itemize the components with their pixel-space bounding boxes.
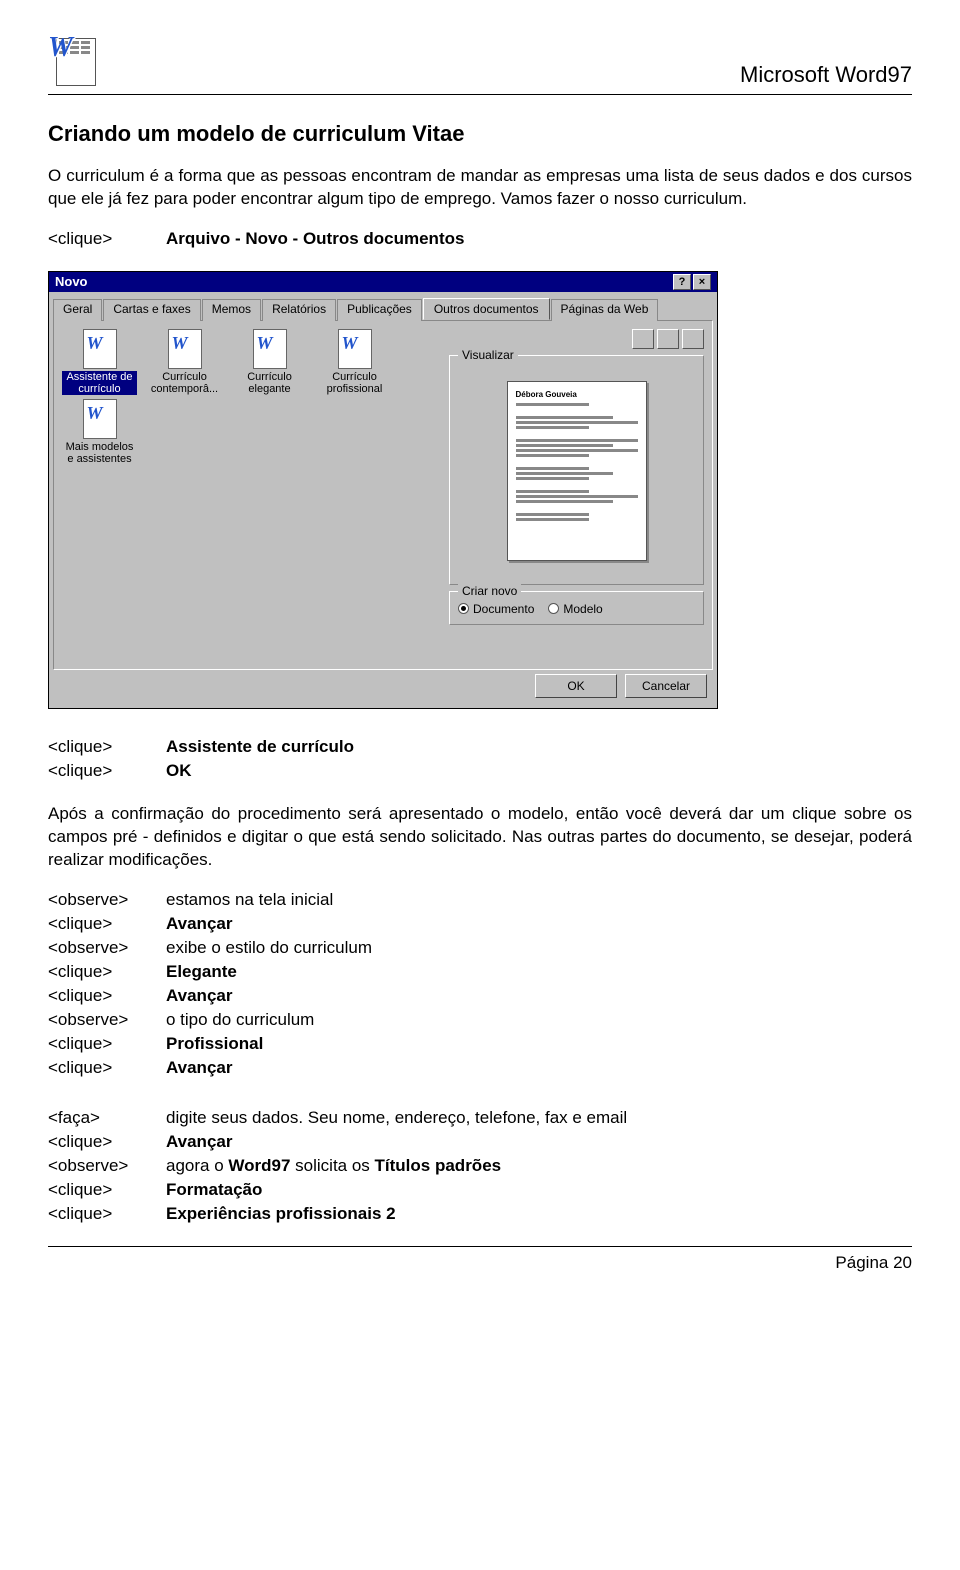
preview-sheet: Débora Gouveia bbox=[507, 381, 647, 561]
view-list[interactable] bbox=[657, 329, 679, 349]
instruction-value: Formatação bbox=[166, 1180, 262, 1200]
template-curriculo-elegante[interactable]: W Currículo elegante bbox=[232, 329, 307, 395]
radio-modelo[interactable]: Modelo bbox=[548, 602, 602, 616]
instruction-value: Avançar bbox=[166, 1132, 232, 1152]
instruction-value: Avançar bbox=[166, 986, 232, 1006]
instruction-value: o tipo do curriculum bbox=[166, 1010, 314, 1030]
radio-documento[interactable]: Documento bbox=[458, 602, 534, 616]
instruction-value: exibe o estilo do curriculum bbox=[166, 938, 372, 958]
cancel-button[interactable]: Cancelar bbox=[625, 674, 707, 698]
tab-publicacoes[interactable]: Publicações bbox=[337, 299, 422, 321]
instruction-row: <observe> agora o Word97 solicita os Títu… bbox=[48, 1156, 912, 1176]
instruction-row: <clique> Profissional bbox=[48, 1034, 912, 1054]
ok-button[interactable]: OK bbox=[535, 674, 617, 698]
instruction-value: Assistente de currículo bbox=[166, 737, 354, 757]
instruction-row: <clique> Formatação bbox=[48, 1180, 912, 1200]
instruction-tag: <clique> bbox=[48, 1180, 138, 1200]
instruction-tag: <clique> bbox=[48, 229, 138, 249]
template-curriculo-contemporaneo[interactable]: W Currículo contemporâ... bbox=[147, 329, 222, 395]
dialog-title-text: Novo bbox=[55, 274, 88, 289]
instruction-value: digite seus dados. Seu nome, endereço, t… bbox=[166, 1108, 627, 1128]
instruction-value: Elegante bbox=[166, 962, 237, 982]
instruction-row: <clique> Avançar bbox=[48, 986, 912, 1006]
instruction-tag: <clique> bbox=[48, 1132, 138, 1152]
page-header: W Microsoft Word97 bbox=[48, 32, 912, 95]
intro-paragraph: O curriculum é a forma que as pessoas en… bbox=[48, 165, 912, 211]
instruction-tag: <clique> bbox=[48, 1034, 138, 1054]
template-list: W Assistente de currículo W Currículo co… bbox=[62, 329, 439, 661]
template-assistente-curriculo[interactable]: W Assistente de currículo bbox=[62, 329, 137, 395]
instruction-row: <observe> exibe o estilo do curriculum bbox=[48, 938, 912, 958]
instruction-tag: <clique> bbox=[48, 1058, 138, 1078]
instruction-tag: <observe> bbox=[48, 1010, 138, 1030]
instruction-tag: <clique> bbox=[48, 962, 138, 982]
view-large-icons[interactable] bbox=[632, 329, 654, 349]
instruction-value: Avançar bbox=[166, 1058, 232, 1078]
preview-group: Visualizar Débora Gouveia bbox=[449, 355, 704, 585]
instruction-row: <clique> Avançar bbox=[48, 1132, 912, 1152]
tab-geral[interactable]: Geral bbox=[53, 299, 102, 321]
dialog-tabs: Geral Cartas e faxes Memos Relatórios Pu… bbox=[53, 298, 713, 320]
instruction-tag: <clique> bbox=[48, 761, 138, 781]
instruction-row: <clique> Assistente de currículo bbox=[48, 737, 912, 757]
tab-paginas-web[interactable]: Páginas da Web bbox=[551, 299, 659, 321]
paragraph-2: Após a confirmação do procedimento será … bbox=[48, 803, 912, 872]
radio-dot-icon bbox=[458, 603, 469, 614]
new-dialog: Novo ? × Geral Cartas e faxes Memos Rela… bbox=[48, 271, 718, 709]
instruction-value: estamos na tela inicial bbox=[166, 890, 333, 910]
radio-dot-icon bbox=[548, 603, 559, 614]
word-logo: W bbox=[48, 32, 98, 88]
instruction-row: <clique> Elegante bbox=[48, 962, 912, 982]
tab-cartas[interactable]: Cartas e faxes bbox=[103, 299, 200, 321]
instruction-row: <faça> digite seus dados. Seu nome, ender… bbox=[48, 1108, 912, 1128]
instruction-tag: <clique> bbox=[48, 914, 138, 934]
instruction-value: agora o Word97 solicita os Títulos padrõ… bbox=[166, 1156, 501, 1176]
instruction-tag: <observe> bbox=[48, 938, 138, 958]
instruction-row: <observe> estamos na tela inicial bbox=[48, 890, 912, 910]
instruction-row: <clique> Arquivo - Novo - Outros documen… bbox=[48, 229, 912, 249]
dialog-help-button[interactable]: ? bbox=[673, 274, 691, 290]
instruction-row: <clique> Avançar bbox=[48, 1058, 912, 1078]
preview-label: Visualizar bbox=[458, 348, 518, 362]
dialog-titlebar: Novo ? × bbox=[49, 272, 717, 292]
dialog-close-button[interactable]: × bbox=[693, 274, 711, 290]
page-title: Criando um modelo de curriculum Vitae bbox=[48, 121, 912, 147]
template-curriculo-profissional[interactable]: W Currículo profissional bbox=[317, 329, 392, 395]
tab-memos[interactable]: Memos bbox=[202, 299, 261, 321]
create-new-group: Criar novo Documento Modelo bbox=[449, 591, 704, 625]
instruction-value: Arquivo - Novo - Outros documentos bbox=[166, 229, 464, 249]
view-mode-buttons bbox=[449, 329, 704, 349]
tab-relatorios[interactable]: Relatórios bbox=[262, 299, 336, 321]
instruction-tag: <clique> bbox=[48, 1204, 138, 1224]
instruction-tag: <faça> bbox=[48, 1108, 138, 1128]
instruction-value: Avançar bbox=[166, 914, 232, 934]
instruction-tag: <clique> bbox=[48, 737, 138, 757]
product-name: Microsoft Word97 bbox=[740, 62, 912, 88]
instruction-value: OK bbox=[166, 761, 192, 781]
create-new-label: Criar novo bbox=[458, 584, 521, 598]
tab-outros-documentos[interactable]: Outros documentos bbox=[423, 298, 550, 320]
view-details[interactable] bbox=[682, 329, 704, 349]
instruction-value: Experiências profissionais 2 bbox=[166, 1204, 396, 1224]
page-footer: Página 20 bbox=[48, 1246, 912, 1273]
instruction-tag: <observe> bbox=[48, 890, 138, 910]
instruction-tag: <observe> bbox=[48, 1156, 138, 1176]
instruction-tag: <clique> bbox=[48, 986, 138, 1006]
template-mais-modelos[interactable]: W Mais modelos e assistentes bbox=[62, 399, 137, 465]
instruction-row: <clique> OK bbox=[48, 761, 912, 781]
instruction-row: <clique> Experiências profissionais 2 bbox=[48, 1204, 912, 1224]
instruction-value: Profissional bbox=[166, 1034, 263, 1054]
instruction-row: <clique> Avançar bbox=[48, 914, 912, 934]
instruction-row: <observe> o tipo do curriculum bbox=[48, 1010, 912, 1030]
